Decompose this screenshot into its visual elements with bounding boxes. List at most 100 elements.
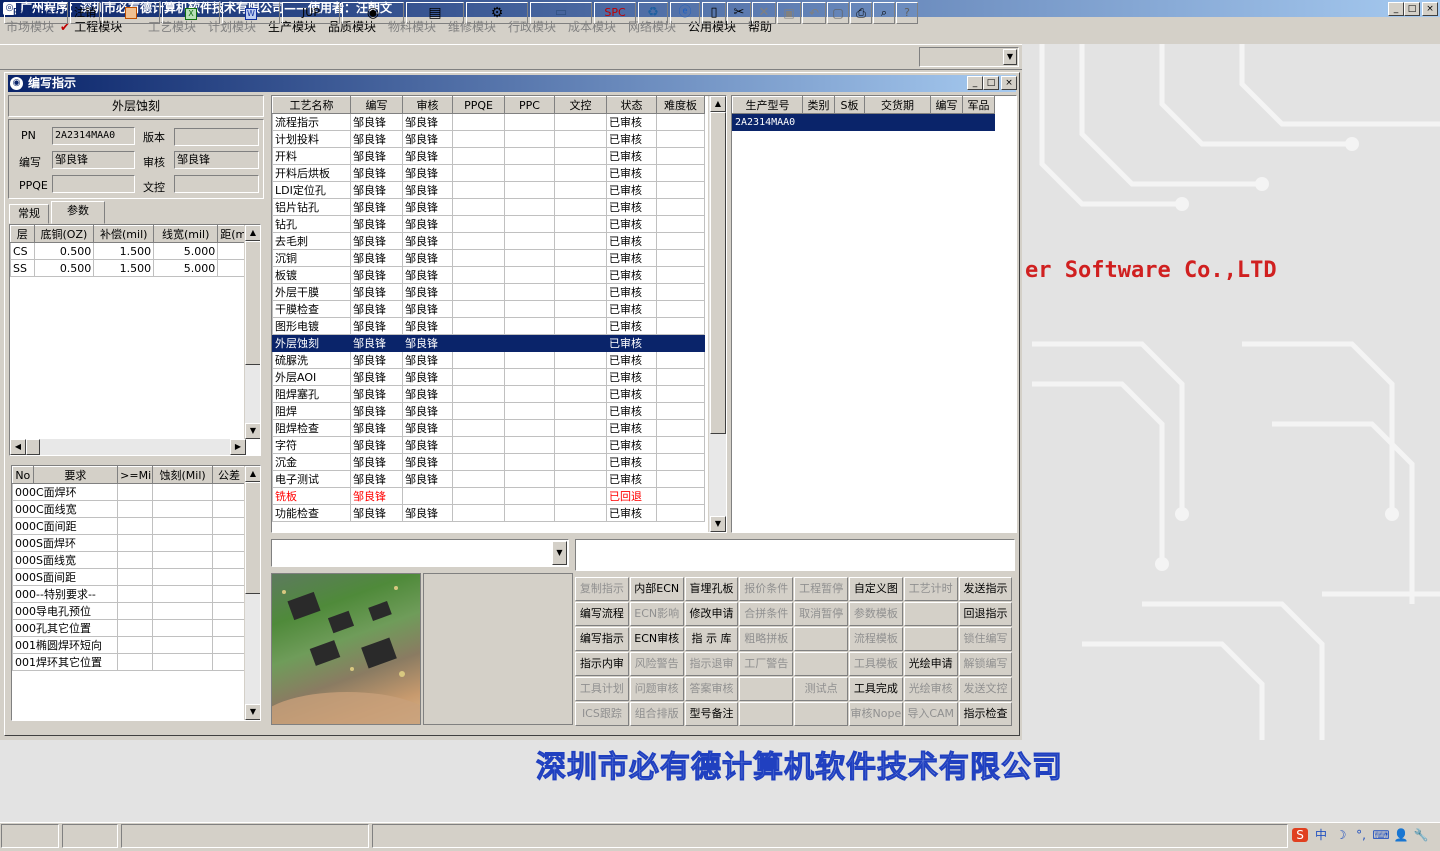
params-row[interactable]: CS 0.500 1.500 5.000 <box>10 242 246 260</box>
action-button[interactable]: 指 示 库 <box>684 627 739 651</box>
action-button[interactable]: 风险警告 <box>629 652 684 676</box>
req-header[interactable]: 要求 <box>32 466 119 484</box>
process-header[interactable]: 编写 <box>350 96 403 114</box>
action-button[interactable]: 锁住编写 <box>958 627 1013 651</box>
params-header[interactable]: 线宽(mil) <box>153 225 219 243</box>
reviewer-field[interactable]: 邹良锋 <box>174 151 259 169</box>
action-button[interactable]: 编写流程 <box>575 602 629 626</box>
action-button[interactable]: 粗略拼板 <box>739 627 794 651</box>
save-icon[interactable]: ▣ <box>777 2 801 24</box>
scroll-up-icon[interactable]: ▲ <box>710 96 726 112</box>
req-row[interactable]: 000S面焊环 <box>12 534 247 552</box>
action-button[interactable]: 编写指示 <box>575 627 629 651</box>
action-button[interactable]: 指示检查 <box>958 702 1013 726</box>
process-row[interactable]: 干膜检查 邹良锋 邹良锋 已审核 <box>272 300 705 318</box>
scroll-down-icon[interactable]: ▼ <box>710 516 726 532</box>
process-row[interactable]: 铣板 邹良锋 已回退 <box>272 487 705 505</box>
process-row[interactable]: 沉金 邹良锋 邹良锋 已审核 <box>272 453 705 471</box>
scroll-thumb[interactable] <box>245 482 260 594</box>
chinese-mode-icon[interactable]: 中 <box>1311 826 1331 843</box>
scroll-left-icon[interactable]: ◀ <box>10 439 26 455</box>
action-button[interactable] <box>903 627 958 651</box>
model-header[interactable]: S板 <box>834 96 865 114</box>
req-row[interactable]: 000导电孔预位 <box>12 602 247 620</box>
action-button[interactable]: 问题审核 <box>629 677 684 701</box>
author-field[interactable]: 邹良锋 <box>52 151 135 169</box>
print-icon[interactable]: ⎙ <box>850 2 872 24</box>
child-maximize-button[interactable]: □ <box>983 76 999 90</box>
action-button[interactable]: 合拼条件 <box>739 602 794 626</box>
process-vscroll[interactable]: ▲ ▼ <box>708 96 726 532</box>
model-header[interactable]: 编写 <box>930 96 963 114</box>
gears-icon[interactable]: ⚙ <box>466 2 528 24</box>
action-button[interactable]: 审核Nope <box>849 702 903 726</box>
params-hscroll[interactable]: ◀ ▶ <box>10 439 246 455</box>
process-row[interactable]: 功能检查 邹良锋 邹良锋 已审核 <box>272 504 705 522</box>
model-header[interactable]: 类别 <box>802 96 835 114</box>
scroll-down-icon[interactable]: ▼ <box>245 704 260 720</box>
action-button[interactable]: 流程模板 <box>849 627 903 651</box>
process-row[interactable]: 电子测试 邹良锋 邹良锋 已审核 <box>272 470 705 488</box>
process-row[interactable]: 开料后烘板 邹良锋 邹良锋 已审核 <box>272 164 705 182</box>
process-header[interactable]: 状态 <box>606 96 657 114</box>
ppqe-field[interactable] <box>52 175 135 193</box>
model-header[interactable]: 军品 <box>962 96 995 114</box>
action-button[interactable]: 发送指示 <box>958 577 1013 601</box>
ie-icon[interactable]: ⓔ <box>670 2 700 24</box>
action-button[interactable]: ECN审核 <box>629 627 684 651</box>
process-row[interactable]: 阻焊检查 邹良锋 邹良锋 已审核 <box>272 419 705 437</box>
filter-combo[interactable]: ▼ <box>271 539 569 567</box>
action-button[interactable]: 复制指示 <box>575 577 629 601</box>
eye-icon[interactable]: ◉ <box>342 2 404 24</box>
process-header[interactable]: 难度板 <box>656 96 705 114</box>
process-row[interactable]: LDI定位孔 邹良锋 邹良锋 已审核 <box>272 181 705 199</box>
pn-field[interactable]: 2A2314MAA0 <box>52 127 135 145</box>
tab-general[interactable]: 常规 <box>9 204 49 224</box>
recycle-icon[interactable]: ♻ <box>638 2 668 24</box>
delete-icon[interactable]: ✕ <box>752 2 776 24</box>
scroll-thumb[interactable] <box>710 112 726 434</box>
action-button[interactable] <box>794 702 848 726</box>
spc-button[interactable]: SPC <box>594 2 636 24</box>
process-row[interactable]: 计划投料 邹良锋 邹良锋 已审核 <box>272 130 705 148</box>
params-header[interactable]: 补偿(mil) <box>93 225 155 243</box>
preview-icon[interactable]: ▢ <box>827 2 849 24</box>
process-row[interactable]: 流程指示 邹良锋 邹良锋 已审核 <box>272 113 705 131</box>
user-icon[interactable]: 👤 <box>1391 828 1411 842</box>
action-button[interactable]: 指示内审 <box>575 652 629 676</box>
chevron-down-icon[interactable]: ▼ <box>1003 49 1017 65</box>
settings-icon[interactable]: 🔧 <box>1411 828 1431 842</box>
process-row[interactable]: 开料 邹良锋 邹良锋 已审核 <box>272 147 705 165</box>
req-row[interactable]: 001椭圆焊环短向 <box>12 636 247 654</box>
process-row[interactable]: 图形电镀 邹良锋 邹良锋 已审核 <box>272 317 705 335</box>
process-row[interactable]: 板镀 邹良锋 邹良锋 已审核 <box>272 266 705 284</box>
action-button[interactable]: 指示退审 <box>684 652 739 676</box>
process-header[interactable]: 工艺名称 <box>272 96 351 114</box>
action-button[interactable]: 盲埋孔板 <box>684 577 739 601</box>
scroll-thumb[interactable] <box>245 241 260 365</box>
scroll-up-icon[interactable]: ▲ <box>245 225 260 241</box>
action-button[interactable]: 修改申请 <box>684 602 739 626</box>
process-header[interactable]: 审核 <box>402 96 453 114</box>
action-button[interactable] <box>794 652 848 676</box>
req-header[interactable]: 蚀刻(Mil) <box>152 466 213 484</box>
action-button[interactable] <box>739 702 794 726</box>
process-row[interactable]: 硫脲洗 邹良锋 邹良锋 已审核 <box>272 351 705 369</box>
action-button[interactable]: ECN影响 <box>629 602 684 626</box>
process-row[interactable]: 钻孔 邹良锋 邹良锋 已审核 <box>272 215 705 233</box>
action-button[interactable]: 工具模板 <box>849 652 903 676</box>
action-button[interactable]: 工厂警告 <box>739 652 794 676</box>
params-row[interactable]: SS 0.500 1.500 5.000 <box>10 259 246 277</box>
punctuation-icon[interactable]: °, <box>1351 828 1371 842</box>
process-row[interactable]: 阻焊塞孔 邹良锋 邹良锋 已审核 <box>272 385 705 403</box>
undo-icon[interactable]: ↶ <box>802 2 826 24</box>
req-row[interactable]: 000S面间距 <box>12 568 247 586</box>
doc-control-field[interactable] <box>174 175 259 193</box>
scroll-down-icon[interactable]: ▼ <box>245 423 260 439</box>
action-button[interactable]: 导入CAM <box>903 702 958 726</box>
action-button[interactable]: 工程暂停 <box>794 577 848 601</box>
action-button[interactable]: 测试点 <box>794 677 848 701</box>
jup-button[interactable]: JUP <box>282 2 340 24</box>
help-icon[interactable]: ? <box>896 2 918 24</box>
word-icon[interactable]: W <box>222 2 280 24</box>
